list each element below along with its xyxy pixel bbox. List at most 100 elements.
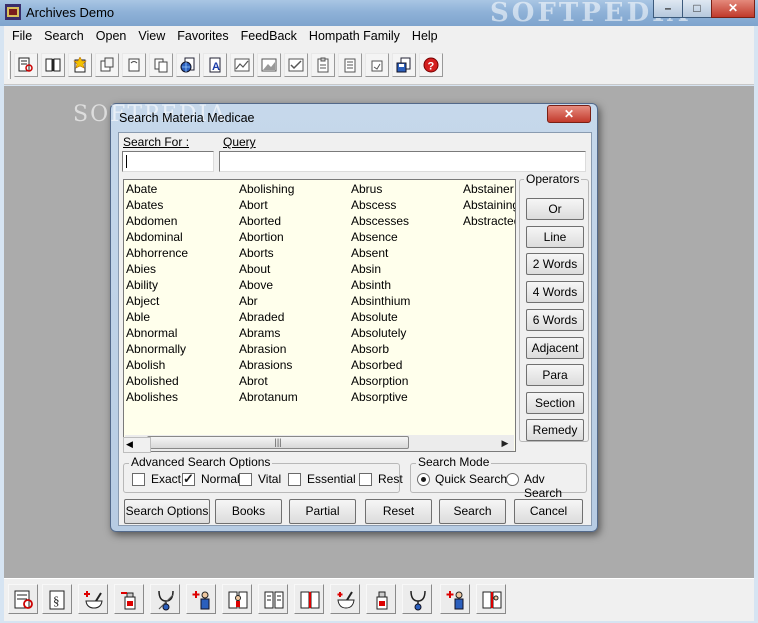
list-item[interactable]: Ability — [126, 277, 188, 293]
list-item[interactable]: Absorb — [351, 341, 410, 357]
list-item[interactable]: Abrams — [239, 325, 298, 341]
bottom-button-book-person[interactable] — [222, 584, 252, 614]
query-input[interactable] — [219, 151, 586, 172]
list-item[interactable]: Abolish — [126, 357, 188, 373]
list-item[interactable]: Abolished — [126, 373, 188, 389]
quick-search-radio[interactable] — [417, 473, 430, 486]
list-item[interactable]: Abstaining — [463, 197, 515, 213]
partial-button[interactable]: Partial — [289, 499, 356, 524]
list-item[interactable]: Abates — [126, 197, 188, 213]
list-item[interactable]: Abort — [239, 197, 298, 213]
toolbar-button-notes[interactable] — [338, 53, 362, 77]
list-item[interactable]: Absolute — [351, 309, 410, 325]
toolbar-button-image[interactable] — [257, 53, 281, 77]
search-options-button[interactable]: Search Options — [124, 499, 210, 524]
list-item[interactable]: Absinth — [351, 277, 410, 293]
toolbar-button-help[interactable]: ? — [419, 53, 443, 77]
list-item[interactable]: Abies — [126, 261, 188, 277]
list-item[interactable]: About — [239, 261, 298, 277]
bottom-button-book-section[interactable]: § — [42, 584, 72, 614]
toolbar-button-small-doc[interactable] — [365, 53, 389, 77]
toolbar-button-letter[interactable]: A — [203, 53, 227, 77]
toolbar-button-book-search[interactable] — [14, 53, 38, 77]
list-item[interactable]: Abdominal — [126, 229, 188, 245]
list-item[interactable]: Absolutely — [351, 325, 410, 341]
list-item[interactable]: Abolishes — [126, 389, 188, 405]
bottom-button-book-person-2[interactable] — [476, 584, 506, 614]
toolbar-button-new[interactable] — [68, 53, 92, 77]
operator-4-words-button[interactable]: 4 Words — [526, 281, 584, 303]
bottom-button-medicine-plus[interactable] — [114, 584, 144, 614]
list-item[interactable]: Absorption — [351, 373, 410, 389]
dialog-close-button[interactable]: ✕ — [547, 105, 591, 123]
menu-help[interactable]: Help — [412, 26, 438, 43]
search-button[interactable]: Search — [439, 499, 506, 524]
toolbar-button-clipboard[interactable] — [311, 53, 335, 77]
list-item[interactable]: Aborts — [239, 245, 298, 261]
bottom-button-open-book-red[interactable] — [294, 584, 324, 614]
list-item[interactable]: Absinthium — [351, 293, 410, 309]
list-item[interactable]: Abortion — [239, 229, 298, 245]
list-item[interactable]: Abrasion — [239, 341, 298, 357]
list-item[interactable]: Abscess — [351, 197, 410, 213]
list-column-scroll[interactable]: ◀ — [123, 437, 151, 453]
maximize-button[interactable]: □ — [682, 0, 712, 18]
menu-view[interactable]: View — [138, 26, 165, 43]
list-item[interactable]: Able — [126, 309, 188, 325]
operator-remedy-button[interactable]: Remedy — [526, 419, 584, 441]
bottom-button-book-search[interactable] — [8, 584, 38, 614]
bottom-button-mortar[interactable] — [330, 584, 360, 614]
bottom-button-mortar-plus[interactable] — [78, 584, 108, 614]
exact-checkbox[interactable] — [132, 473, 145, 486]
menu-favorites[interactable]: Favorites — [177, 26, 228, 43]
cancel-button[interactable]: Cancel — [514, 499, 583, 524]
bottom-button-stethoscope[interactable] — [150, 584, 180, 614]
list-item[interactable]: Above — [239, 277, 298, 293]
list-item[interactable]: Abstainer — [463, 181, 515, 197]
list-item[interactable]: Abnormally — [126, 341, 188, 357]
reset-button[interactable]: Reset — [365, 499, 432, 524]
menu-hompath-family[interactable]: Hompath Family — [309, 26, 400, 43]
column-scroll-left-arrow[interactable]: ◀ — [126, 439, 133, 450]
bottom-button-stethoscope-2[interactable] — [402, 584, 432, 614]
operator-section-button[interactable]: Section — [526, 392, 584, 414]
vital-checkbox[interactable] — [239, 473, 252, 486]
toolbar-button-globe-document[interactable] — [176, 53, 200, 77]
list-item[interactable]: Abdomen — [126, 213, 188, 229]
operator-adjacent-button[interactable]: Adjacent — [526, 337, 584, 359]
menu-open[interactable]: Open — [96, 26, 127, 43]
list-item[interactable]: Abrus — [351, 181, 410, 197]
toolbar-button-graph[interactable] — [230, 53, 254, 77]
word-list[interactable]: Abate Abates Abdomen Abdominal Abhorrenc… — [123, 179, 516, 452]
operator-line-button[interactable]: Line — [526, 226, 584, 248]
toolbar-button-open-book[interactable] — [41, 53, 65, 77]
scroll-right-arrow[interactable]: ▶ — [497, 435, 513, 451]
list-item[interactable]: Abnormal — [126, 325, 188, 341]
list-item[interactable]: Absin — [351, 261, 410, 277]
toolbar-button-save[interactable] — [392, 53, 416, 77]
search-for-input[interactable] — [122, 151, 214, 172]
normal-checkbox[interactable]: ✓ — [182, 471, 195, 486]
horizontal-scrollbar[interactable]: ◀ ||| ▶ — [125, 435, 514, 451]
menu-file[interactable]: File — [12, 26, 32, 43]
bottom-button-person-plus[interactable] — [186, 584, 216, 614]
scroll-thumb[interactable]: ||| — [147, 436, 409, 449]
operator-2-words-button[interactable]: 2 Words — [526, 253, 584, 275]
list-item[interactable]: Abrot — [239, 373, 298, 389]
list-item[interactable]: Absorptive — [351, 389, 410, 405]
list-item[interactable]: Aborted — [239, 213, 298, 229]
list-item[interactable]: Absorbed — [351, 357, 410, 373]
operator-6-words-button[interactable]: 6 Words — [526, 309, 584, 331]
close-button[interactable]: ✕ — [711, 0, 755, 18]
toolbar-button-check-image[interactable] — [284, 53, 308, 77]
operator-or-button[interactable]: Or — [526, 198, 584, 220]
rest-checkbox[interactable] — [359, 473, 372, 486]
toolbar-grip[interactable] — [8, 51, 11, 79]
list-item[interactable]: Abrasions — [239, 357, 298, 373]
bottom-button-person-plus-2[interactable] — [440, 584, 470, 614]
list-item[interactable]: Abrotanum — [239, 389, 298, 405]
toolbar-button-copy[interactable] — [149, 53, 173, 77]
adv-search-radio[interactable] — [506, 473, 519, 486]
minimize-button[interactable]: – — [653, 0, 683, 18]
toolbar-button-page[interactable] — [122, 53, 146, 77]
